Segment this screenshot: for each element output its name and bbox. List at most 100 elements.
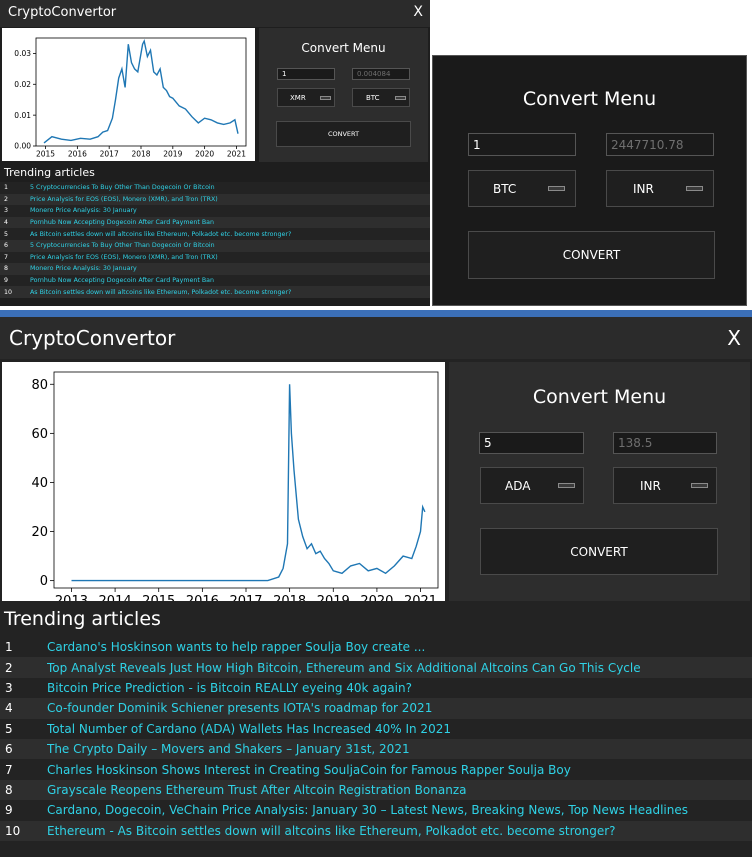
article-link[interactable]: Price Analysis for EOS (EOS), Monero (XM… <box>30 196 218 203</box>
list-item[interactable]: 6 5 Cryptocurrencies To Buy Other Than Do… <box>0 240 430 252</box>
price-chart: 2015 2016 2017 2018 2019 2020 2021 0.00 0.01 0.02… <box>2 28 255 161</box>
article-link[interactable]: Cardano's Hoskinson wants to help rapper… <box>47 640 425 654</box>
price-line <box>71 384 426 582</box>
article-link[interactable]: Total Number of Cardano (ADA) Wallets Ha… <box>47 722 451 736</box>
article-number: 7 <box>5 762 13 777</box>
price-chart-svg: 2013 2014 2015 2016 2017 2018 2019 2020 2021 0 20 4… <box>31 371 439 601</box>
article-number: 1 <box>4 184 9 192</box>
to-currency-value: BTC <box>366 94 380 102</box>
article-number: 3 <box>5 680 13 695</box>
price-chart: 2013 2014 2015 2016 2017 2018 2019 2020 2021 0 20 4… <box>2 362 445 601</box>
convert-menu-zoom-panel: Convert Menu 1 2447710.78 BTC INR CONVER… <box>432 55 747 306</box>
price-line <box>43 39 239 144</box>
y-tick-label: 0.00 <box>14 142 31 151</box>
article-link[interactable]: Price Analysis for EOS (EOS), Monero (XM… <box>30 254 218 261</box>
x-tick-label: 2013 <box>55 594 88 601</box>
article-link[interactable]: Monero Price Analysis: 30 January <box>30 207 137 214</box>
list-item[interactable]: 3 Bitcoin Price Prediction - is Bitcoin R… <box>0 677 752 699</box>
x-tick-label: 2020 <box>195 150 214 159</box>
list-item[interactable]: 4 Pornhub Now Accepting Dogecoin After Ca… <box>0 216 430 229</box>
convert-button[interactable]: CONVERT <box>480 528 718 575</box>
article-link[interactable]: Grayscale Reopens Ethereum Trust After A… <box>47 783 466 797</box>
article-link[interactable]: 5 Cryptocurrencies To Buy Other Than Dog… <box>30 184 215 191</box>
list-item[interactable]: 8 Grayscale Reopens Ethereum Trust After … <box>0 779 752 801</box>
list-item[interactable]: 7 Price Analysis for EOS (EOS), Monero (X… <box>0 251 430 264</box>
y-tick-label: 20 <box>31 525 48 540</box>
y-tick-label: 0 <box>40 574 48 589</box>
close-icon[interactable]: X <box>727 326 741 350</box>
article-number: 9 <box>5 803 13 818</box>
list-item[interactable]: 9 Cardano, Dogecoin, VeChain Price Analys… <box>0 800 752 821</box>
article-link[interactable]: 5 Cryptocurrencies To Buy Other Than Dog… <box>30 242 215 249</box>
list-item[interactable]: 4 Co-founder Dominik Schiener presents IO… <box>0 698 752 719</box>
article-link[interactable]: Top Analyst Reveals Just How High Bitcoi… <box>47 661 641 675</box>
article-link[interactable]: Pornhub Now Accepting Dogecoin After Car… <box>30 277 214 284</box>
list-item[interactable]: 2 Top Analyst Reveals Just How High Bitco… <box>0 657 752 678</box>
x-tick-label: 2019 <box>163 150 182 159</box>
list-item[interactable]: 1 Cardano's Hoskinson wants to help rappe… <box>0 637 752 658</box>
article-number: 9 <box>4 277 9 285</box>
from-currency-value: ADA <box>505 479 531 493</box>
y-tick-label: 0.03 <box>14 49 31 58</box>
x-tick-label: 2021 <box>404 594 437 601</box>
list-item[interactable]: 8 Monero Price Analysis: 30 January <box>0 263 430 275</box>
list-item[interactable]: 6 The Crypto Daily – Movers and Shakers –… <box>0 739 752 760</box>
article-number: 6 <box>5 742 13 757</box>
from-currency-select[interactable]: ADA <box>480 467 584 504</box>
list-item[interactable]: 5 Total Number of Cardano (ADA) Wallets H… <box>0 718 752 739</box>
article-link[interactable]: Cardano, Dogecoin, VeChain Price Analysi… <box>47 803 688 817</box>
from-currency-value: XMR <box>290 94 306 102</box>
x-tick-label: 2018 <box>131 150 150 159</box>
to-currency-select[interactable]: BTC <box>352 88 410 107</box>
article-link[interactable]: The Crypto Daily – Movers and Shakers – … <box>47 742 410 756</box>
list-item[interactable]: 2 Price Analysis for EOS (EOS), Monero (X… <box>0 193 430 206</box>
article-link[interactable]: Ethereum - As Bitcoin settles down will … <box>47 824 616 838</box>
x-tick-label: 2016 <box>186 594 219 601</box>
title-bar: CryptoConvertor X <box>0 317 752 359</box>
list-item[interactable]: 1 5 Cryptocurrencies To Buy Other Than Do… <box>0 182 430 194</box>
from-currency-select[interactable]: XMR <box>277 88 335 107</box>
convert-button[interactable]: CONVERT <box>276 121 411 147</box>
to-currency-value: INR <box>640 479 661 493</box>
article-link[interactable]: As Bitcoin settles down will altcoins li… <box>30 231 291 238</box>
article-number: 5 <box>5 721 13 736</box>
article-number: 4 <box>4 219 9 227</box>
app-title: CryptoConvertor <box>8 5 117 20</box>
list-item[interactable]: 3 Monero Price Analysis: 30 January <box>0 205 430 217</box>
dropdown-icon <box>395 96 406 100</box>
from-currency-select[interactable]: BTC <box>468 170 576 207</box>
y-tick-label: 60 <box>31 427 48 442</box>
amount-input[interactable]: 5 <box>479 432 584 454</box>
article-number: 2 <box>4 195 9 203</box>
list-item[interactable]: 10 As Bitcoin settles down will altcoins … <box>0 286 430 298</box>
list-item[interactable]: 7 Charles Hoskinson Shows Interest in Cre… <box>0 759 752 780</box>
article-link[interactable]: Monero Price Analysis: 30 January <box>30 265 137 272</box>
convert-button[interactable]: CONVERT <box>468 231 715 279</box>
article-number: 5 <box>4 230 9 238</box>
list-item[interactable]: 10 Ethereum - As Bitcoin settles down wil… <box>0 820 752 841</box>
amount-input[interactable]: 1 <box>468 133 576 156</box>
list-item[interactable]: 9 Pornhub Now Accepting Dogecoin After Ca… <box>0 274 430 287</box>
article-number: 7 <box>4 253 9 261</box>
article-number: 10 <box>5 823 21 838</box>
x-tick-label: 2019 <box>317 594 350 601</box>
to-currency-select[interactable]: INR <box>613 467 717 504</box>
small-app-window: CryptoConvertor X 2015 2016 2017 2018 2019 20… <box>0 0 430 306</box>
x-tick-label: 2018 <box>273 594 306 601</box>
convert-menu-panel: Convert Menu 5 138.5 ADA INR CONVERT <box>449 362 750 601</box>
y-tick-label: 40 <box>31 476 48 491</box>
app-title: CryptoConvertor <box>9 326 176 350</box>
amount-input[interactable]: 1 <box>277 68 335 80</box>
dropdown-icon <box>320 96 331 100</box>
article-link[interactable]: Pornhub Now Accepting Dogecoin After Car… <box>30 219 214 226</box>
article-link[interactable]: As Bitcoin settles down will altcoins li… <box>30 289 291 296</box>
list-item[interactable]: 5 As Bitcoin settles down will altcoins l… <box>0 228 430 240</box>
close-icon[interactable]: X <box>413 4 423 20</box>
article-link[interactable]: Charles Hoskinson Shows Interest in Crea… <box>47 763 571 777</box>
trending-articles-heading: Trending articles <box>4 608 161 630</box>
article-number: 8 <box>5 782 13 797</box>
article-link[interactable]: Co-founder Dominik Schiener presents IOT… <box>47 701 432 715</box>
to-currency-select[interactable]: INR <box>606 170 714 207</box>
x-tick-label: 2016 <box>68 150 87 159</box>
article-link[interactable]: Bitcoin Price Prediction - is Bitcoin RE… <box>47 681 412 695</box>
